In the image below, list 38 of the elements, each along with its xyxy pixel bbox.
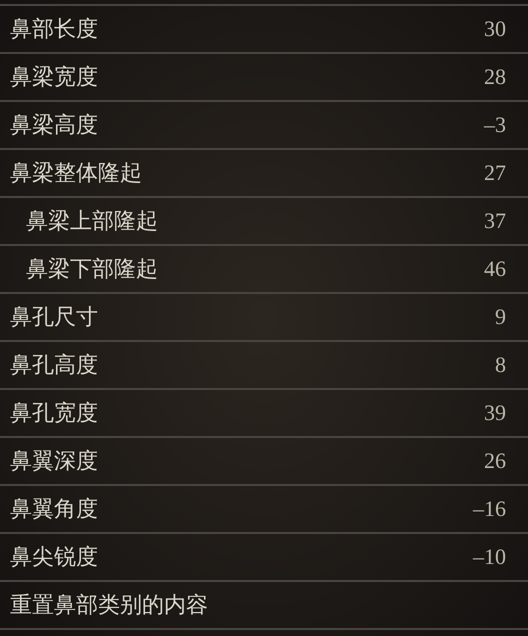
- setting-value: 26: [484, 450, 506, 472]
- setting-value: 9: [495, 306, 506, 328]
- setting-label: 重置鼻部类别的内容: [10, 594, 208, 616]
- setting-row[interactable]: 鼻尖锐度 –10: [0, 534, 528, 582]
- setting-label: 鼻孔宽度: [10, 402, 98, 424]
- setting-value: 8: [495, 354, 506, 376]
- setting-value: 28: [484, 66, 506, 88]
- setting-row[interactable]: 鼻梁宽度 28: [0, 54, 528, 102]
- setting-label: 鼻梁下部隆起: [26, 258, 158, 280]
- setting-label: 鼻尖锐度: [10, 546, 98, 568]
- setting-label: 鼻孔高度: [10, 354, 98, 376]
- setting-row[interactable]: 鼻梁上部隆起 37: [0, 198, 528, 246]
- setting-row[interactable]: 鼻翼角度 –16: [0, 486, 528, 534]
- setting-value: –16: [473, 498, 506, 520]
- setting-value: 37: [484, 210, 506, 232]
- setting-row[interactable]: 鼻梁高度 –3: [0, 102, 528, 150]
- setting-value: –10: [473, 546, 506, 568]
- setting-row[interactable]: 鼻梁整体隆起 27: [0, 150, 528, 198]
- setting-row[interactable]: 鼻部长度 30: [0, 6, 528, 54]
- setting-value: 46: [484, 258, 506, 280]
- setting-label: 鼻翼深度: [10, 450, 98, 472]
- setting-row[interactable]: 鼻梁下部隆起 46: [0, 246, 528, 294]
- setting-value: 39: [484, 402, 506, 424]
- setting-value: 30: [484, 18, 506, 40]
- setting-label: 鼻梁高度: [10, 114, 98, 136]
- setting-value: –3: [484, 114, 506, 136]
- setting-row[interactable]: 鼻孔高度 8: [0, 342, 528, 390]
- setting-row[interactable]: 鼻翼深度 26: [0, 438, 528, 486]
- setting-label: 鼻梁宽度: [10, 66, 98, 88]
- setting-label: 鼻孔尺寸: [10, 306, 98, 328]
- setting-row[interactable]: 鼻孔尺寸 9: [0, 294, 528, 342]
- setting-label: 鼻梁整体隆起: [10, 162, 142, 184]
- setting-label: 鼻翼角度: [10, 498, 98, 520]
- setting-label: 鼻梁上部隆起: [26, 210, 158, 232]
- setting-label: 鼻部长度: [10, 18, 98, 40]
- setting-value: 27: [484, 162, 506, 184]
- reset-menu-item[interactable]: 重置鼻部类别的内容: [0, 582, 528, 630]
- setting-row[interactable]: 鼻孔宽度 39: [0, 390, 528, 438]
